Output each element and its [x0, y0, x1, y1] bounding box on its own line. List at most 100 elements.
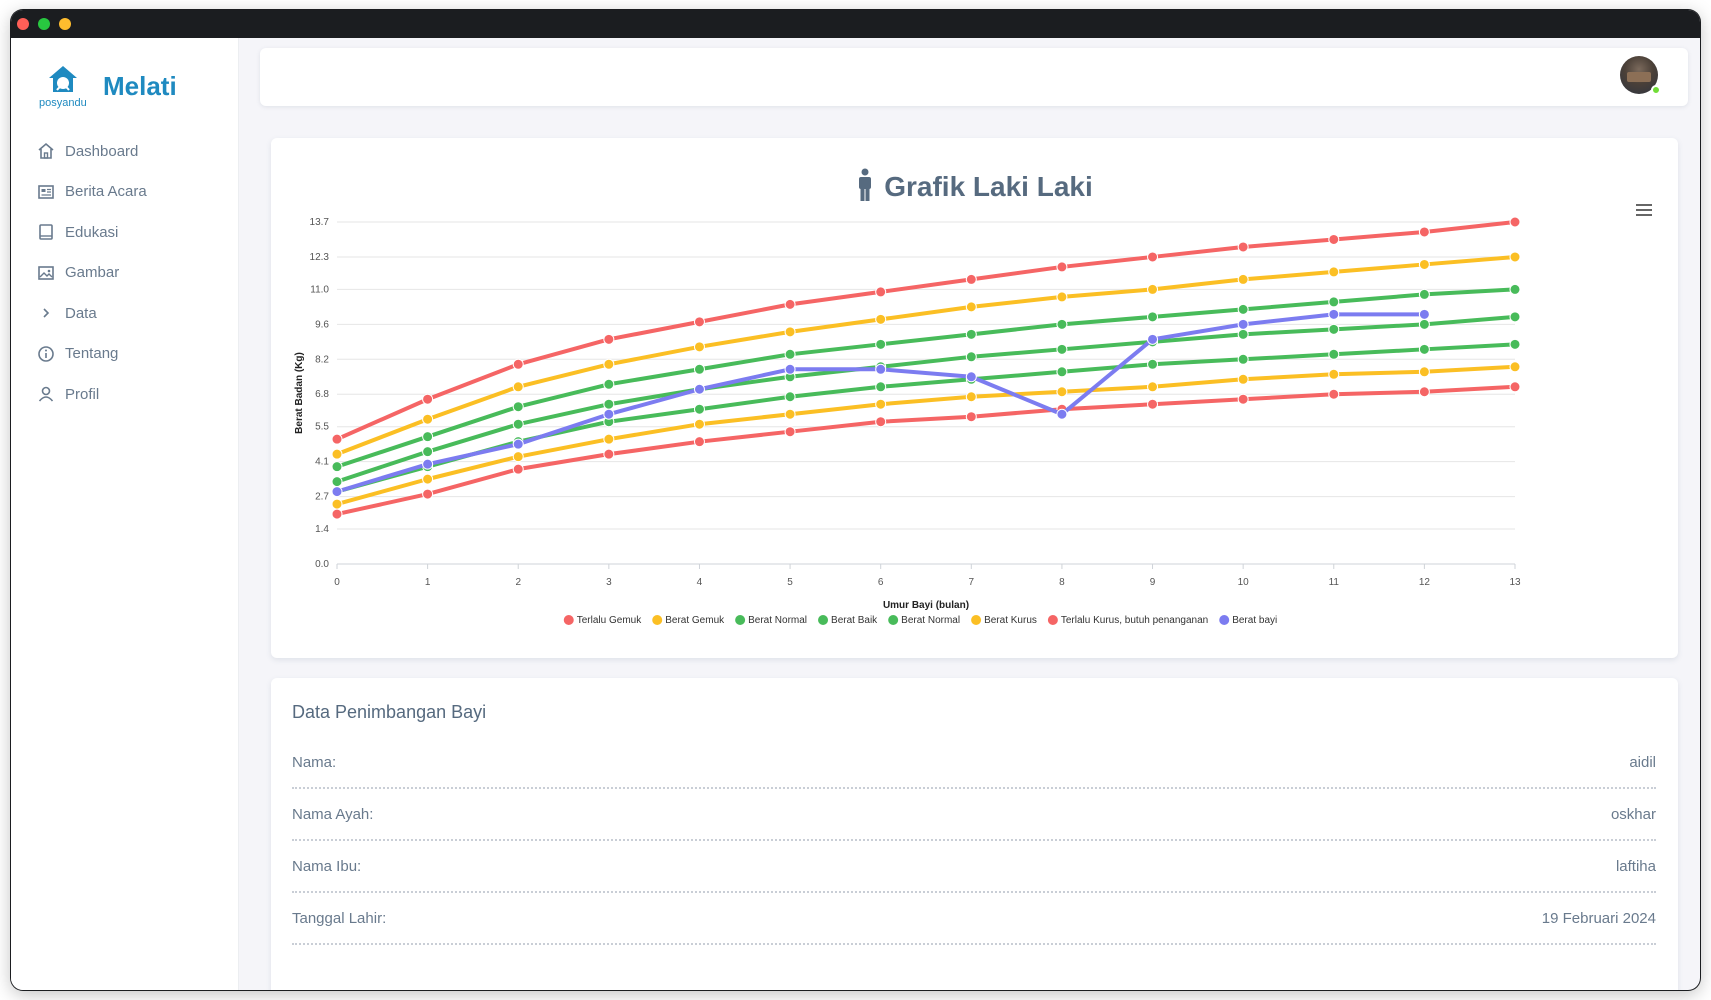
window-minimize-button[interactable] [59, 18, 71, 30]
data-point [603, 358, 615, 370]
data-point [693, 403, 705, 415]
data-point [1056, 386, 1068, 398]
data-point [1509, 311, 1521, 323]
data-point [1056, 343, 1068, 355]
data-point [1056, 318, 1068, 330]
data-point [693, 341, 705, 353]
data-point [331, 448, 343, 460]
data-point [1418, 226, 1430, 238]
y-tick-label: 6.8 [315, 389, 329, 400]
y-tick-label: 5.5 [315, 422, 329, 433]
data-point [331, 433, 343, 445]
weighing-data-card: Data Penimbangan Bayi Nama: aidil Nama A… [271, 678, 1678, 990]
user-icon [37, 385, 55, 403]
data-point [875, 338, 887, 350]
row-label: Nama Ibu: [292, 857, 362, 875]
x-tick-label: 8 [1059, 577, 1065, 588]
legend-label: Berat bayi [1232, 615, 1277, 626]
y-tick-label: 11.0 [310, 284, 329, 295]
data-point [422, 458, 434, 470]
data-point [1237, 328, 1249, 340]
legend-label: Berat Normal [748, 615, 807, 626]
data-point [1328, 233, 1340, 245]
x-tick-label: 7 [969, 577, 975, 588]
home-icon [37, 142, 55, 160]
data-point [784, 408, 796, 420]
data-point [331, 461, 343, 473]
brand[interactable]: posyandu Melati [39, 62, 177, 110]
data-point [1509, 361, 1521, 373]
data-point [784, 298, 796, 310]
data-point [422, 446, 434, 458]
data-point [1237, 303, 1249, 315]
data-point [875, 381, 887, 393]
legend-label: Berat Gemuk [665, 615, 725, 626]
chart-card: Grafik Laki Laki 0.0 1.4 2.7 4.1 5.5 6.8 8.2 9.… [271, 138, 1678, 658]
data-point [1147, 283, 1159, 295]
data-point [512, 438, 524, 450]
data-point [1237, 393, 1249, 405]
sidebar-item-dashboard[interactable]: Dashboard [37, 131, 147, 172]
news-icon [37, 183, 55, 201]
data-point [512, 401, 524, 413]
data-point [1418, 258, 1430, 270]
y-tick-label: 2.7 [315, 492, 329, 503]
y-tick-label: 13.7 [310, 217, 330, 228]
data-point [1147, 381, 1159, 393]
posyandu-logo-icon: posyandu [39, 62, 91, 110]
data-point [1147, 311, 1159, 323]
window-maximize-button[interactable] [38, 18, 50, 30]
brand-name: Melati [103, 70, 177, 101]
y-tick-label: 4.1 [315, 457, 329, 468]
sidebar-item-profil[interactable]: Profil [37, 374, 147, 415]
sidebar-item-data[interactable]: Data [37, 293, 147, 334]
data-point [1418, 308, 1430, 320]
legend-marker [971, 615, 982, 625]
data-point [965, 391, 977, 403]
window-close-button[interactable] [17, 18, 29, 30]
x-tick-label: 11 [1329, 577, 1340, 588]
legend-label: Berat Kurus [984, 615, 1037, 626]
row-value: oskhar [1610, 805, 1656, 823]
data-point [1056, 408, 1068, 420]
data-point [1418, 366, 1430, 378]
window-titlebar [11, 10, 1700, 38]
x-tick-label: 4 [697, 577, 703, 588]
row-label: Tanggal Lahir: [292, 909, 387, 927]
sidebar-item-tentang[interactable]: Tentang [37, 334, 147, 375]
sidebar-item-edukasi[interactable]: Edukasi [37, 212, 147, 253]
data-point [965, 411, 977, 423]
legend-marker [563, 615, 574, 625]
data-point [1056, 261, 1068, 273]
x-tick-label: 3 [606, 577, 612, 588]
sidebar-item-gambar[interactable]: Gambar [37, 253, 147, 294]
sidebar-item-label: Berita Acara [65, 183, 147, 201]
y-tick-label: 9.6 [315, 319, 329, 330]
data-point [1509, 338, 1521, 350]
data-point [784, 426, 796, 438]
y-axis-title: Berat Badan (Kg) [294, 352, 305, 434]
data-row-nama-ibu: Nama Ibu: laftiha [292, 841, 1656, 893]
row-value: laftiha [1615, 857, 1656, 875]
sidebar-item-label: Tentang [65, 345, 119, 363]
data-point [1328, 266, 1340, 278]
chevron-right-icon [37, 304, 55, 322]
data-point [784, 363, 796, 375]
x-tick-label: 0 [334, 577, 340, 588]
data-point [422, 393, 434, 405]
logo-caption: posyandu [39, 97, 87, 109]
data-point [693, 316, 705, 328]
data-point [512, 451, 524, 463]
y-tick-label: 8.2 [315, 354, 329, 365]
data-point [784, 348, 796, 360]
data-point [422, 413, 434, 425]
x-tick-label: 9 [1150, 577, 1156, 588]
sidebar-item-berita-acara[interactable]: Berita Acara [37, 172, 147, 213]
data-point [1237, 318, 1249, 330]
app-window: posyandu Melati Dashboard Berita Acara E… [11, 10, 1700, 990]
data-point [1237, 241, 1249, 253]
data-point [512, 463, 524, 475]
data-point [1056, 291, 1068, 303]
data-point [1147, 333, 1159, 345]
data-point [422, 431, 434, 443]
